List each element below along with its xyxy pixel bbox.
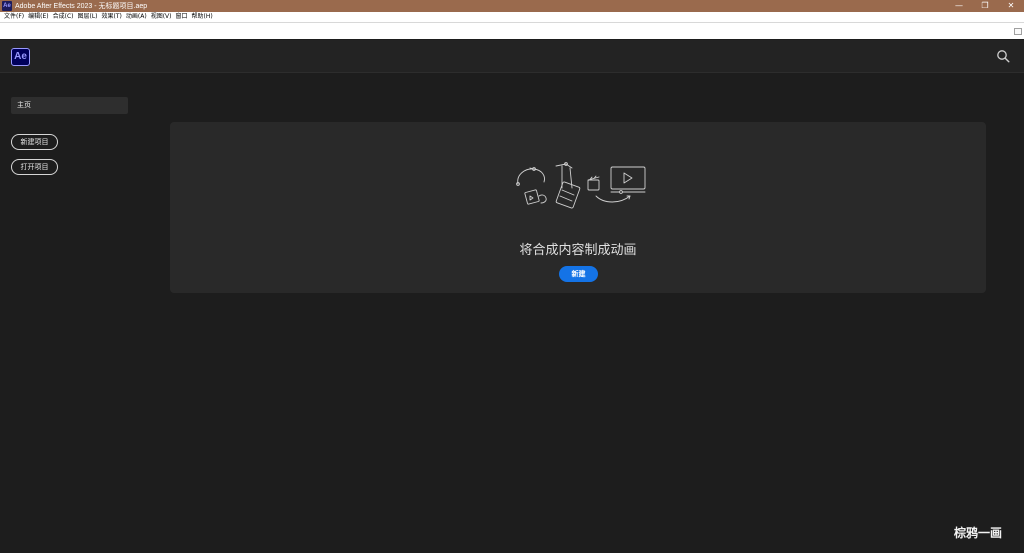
toolbar-strip	[0, 22, 1024, 39]
menu-animation[interactable]: 动画(A)	[126, 12, 147, 22]
minimize-button[interactable]: —	[946, 0, 972, 12]
window-title: Adobe After Effects 2023 - 无标题项目.aep	[15, 3, 148, 10]
card-heading: 将合成内容制成动画	[519, 243, 637, 258]
new-project-button[interactable]: 新建项目	[11, 134, 58, 150]
menu-help[interactable]: 帮助(H)	[192, 12, 213, 22]
menu-view[interactable]: 视图(V)	[151, 12, 172, 22]
open-project-button[interactable]: 打开项目	[11, 159, 58, 175]
menu-composition[interactable]: 合成(C)	[53, 12, 74, 22]
menu-file[interactable]: 文件(F)	[4, 12, 24, 22]
ae-logo: Ae	[11, 48, 30, 66]
menu-effect[interactable]: 效果(T)	[102, 12, 122, 22]
menu-bar: 文件(F) 编辑(E) 合成(C) 图层(L) 效果(T) 动画(A) 视图(V…	[0, 12, 1024, 22]
menu-window[interactable]: 窗口	[175, 12, 187, 22]
animation-illustration	[516, 162, 646, 209]
app-icon: Ae	[2, 1, 12, 11]
restore-button[interactable]: ❐	[972, 0, 998, 12]
menu-edit[interactable]: 编辑(E)	[28, 12, 48, 22]
sidebar-item-home[interactable]: 主页	[11, 97, 128, 114]
menu-layer[interactable]: 图层(L)	[78, 12, 98, 22]
title-bar: Ae Adobe After Effects 2023 - 无标题项目.aep …	[0, 0, 1024, 12]
search-icon[interactable]	[996, 49, 1010, 63]
taskbar-strip	[0, 548, 1024, 553]
home-header: Ae	[0, 40, 1024, 73]
new-button[interactable]: 新建	[559, 266, 598, 282]
close-button[interactable]: ✕	[998, 0, 1024, 12]
toolbar-toggle[interactable]	[1014, 28, 1022, 35]
window-controls: — ❐ ✕	[946, 0, 1024, 12]
watermark-text: 棕鸦一画	[954, 526, 1003, 540]
